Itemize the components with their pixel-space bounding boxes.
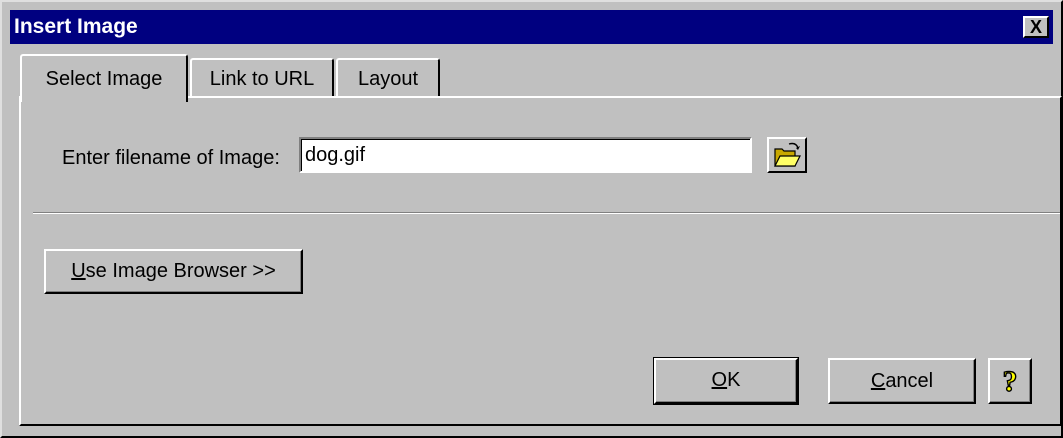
help-button[interactable]: ?	[988, 358, 1032, 404]
dialog-title: Insert Image	[14, 15, 138, 38]
tab-layout[interactable]: Layout	[336, 58, 440, 98]
close-button[interactable]: X	[1023, 16, 1049, 38]
filename-input[interactable]	[299, 137, 752, 173]
use-image-browser-button[interactable]: Use Image Browser >>	[44, 249, 303, 294]
ok-label: K	[727, 369, 741, 391]
title-bar[interactable]: Insert Image X	[10, 10, 1053, 44]
image-browser-label: se Image Browser >>	[85, 260, 276, 282]
tab-select-image-label: Select Image	[45, 68, 163, 90]
browse-file-button[interactable]	[767, 137, 807, 173]
close-icon: X	[1029, 17, 1042, 37]
ok-button[interactable]: OK	[653, 357, 799, 405]
tab-link-to-url[interactable]: Link to URL	[190, 58, 334, 98]
tab-link-to-url-label: Link to URL	[209, 68, 315, 90]
separator-line	[33, 212, 1060, 214]
cancel-button[interactable]: Cancel	[828, 358, 976, 404]
image-browser-mnemonic: U	[71, 260, 86, 282]
cancel-mnemonic: C	[870, 370, 886, 392]
cancel-label: ancel	[885, 370, 934, 392]
svg-text:?: ?	[1003, 365, 1018, 398]
open-folder-icon	[774, 142, 801, 167]
filename-label: Enter filename of Image:	[62, 147, 280, 169]
question-mark-icon: ?	[1002, 364, 1018, 398]
ok-mnemonic: O	[711, 369, 728, 391]
tab-layout-label: Layout	[357, 68, 419, 90]
tab-select-image[interactable]: Select Image	[20, 54, 188, 102]
